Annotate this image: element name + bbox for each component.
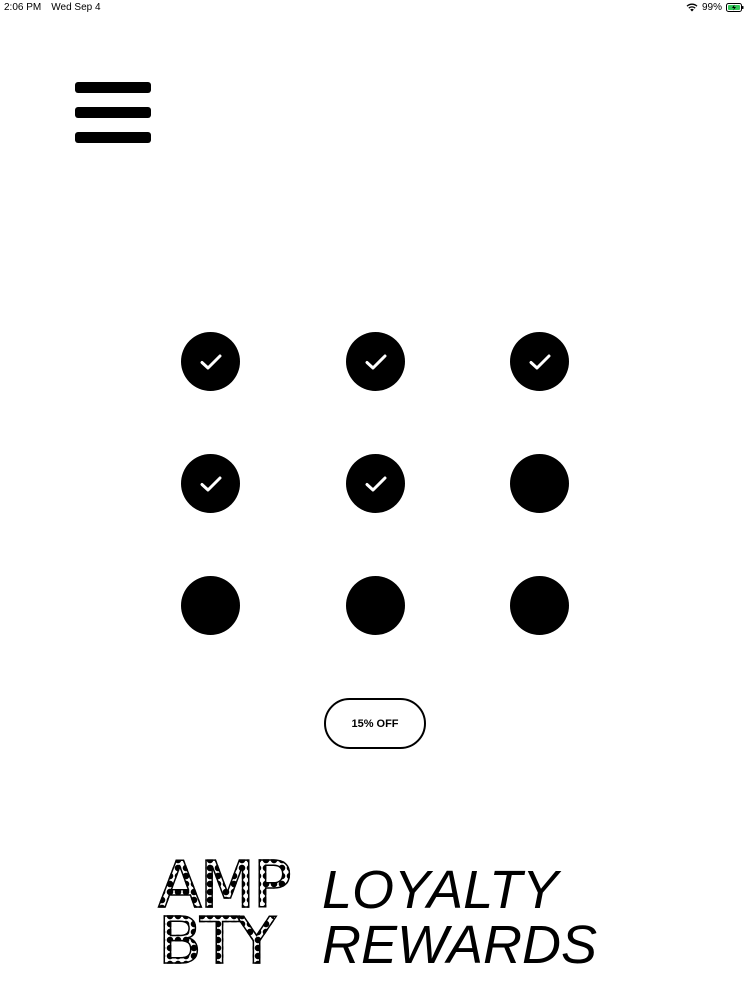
brand-logo: AMP BTY bbox=[157, 853, 308, 979]
stamp-2 bbox=[346, 332, 405, 391]
status-bar: 2:06 PM Wed Sep 4 99% bbox=[0, 0, 750, 16]
status-right: 99% bbox=[686, 2, 744, 13]
reward-offer-button[interactable]: 15% OFF bbox=[324, 698, 426, 749]
status-date: Wed Sep 4 bbox=[51, 2, 101, 13]
check-icon bbox=[200, 354, 221, 369]
hamburger-menu-icon[interactable] bbox=[74, 80, 152, 146]
menu-bar-bottom bbox=[75, 132, 151, 143]
program-title-line1: LOYALTY bbox=[322, 860, 559, 920]
stamp-8 bbox=[346, 576, 405, 635]
stamp-1 bbox=[181, 332, 240, 391]
check-icon bbox=[365, 476, 386, 491]
stamp-4 bbox=[181, 454, 240, 513]
stamp-7 bbox=[181, 576, 240, 635]
stamp-6 bbox=[510, 454, 569, 513]
status-time: 2:06 PM bbox=[4, 2, 42, 13]
battery-charging-icon bbox=[726, 3, 744, 12]
check-icon bbox=[529, 354, 550, 369]
stamp-9 bbox=[510, 576, 569, 635]
reward-offer-label: 15% OFF bbox=[351, 717, 399, 730]
logo-line-bottom: BTY bbox=[157, 905, 277, 979]
menu-bar-top bbox=[75, 82, 151, 93]
menu-bar-middle bbox=[75, 107, 151, 118]
check-icon bbox=[200, 476, 221, 491]
battery-percent: 99% bbox=[701, 2, 722, 13]
program-title-line2: REWARDS bbox=[322, 915, 598, 975]
stamp-3 bbox=[510, 332, 569, 391]
stamp-5 bbox=[346, 454, 405, 513]
wifi-icon bbox=[686, 3, 698, 12]
status-left: 2:06 PM Wed Sep 4 bbox=[4, 2, 101, 13]
check-icon bbox=[365, 354, 386, 369]
